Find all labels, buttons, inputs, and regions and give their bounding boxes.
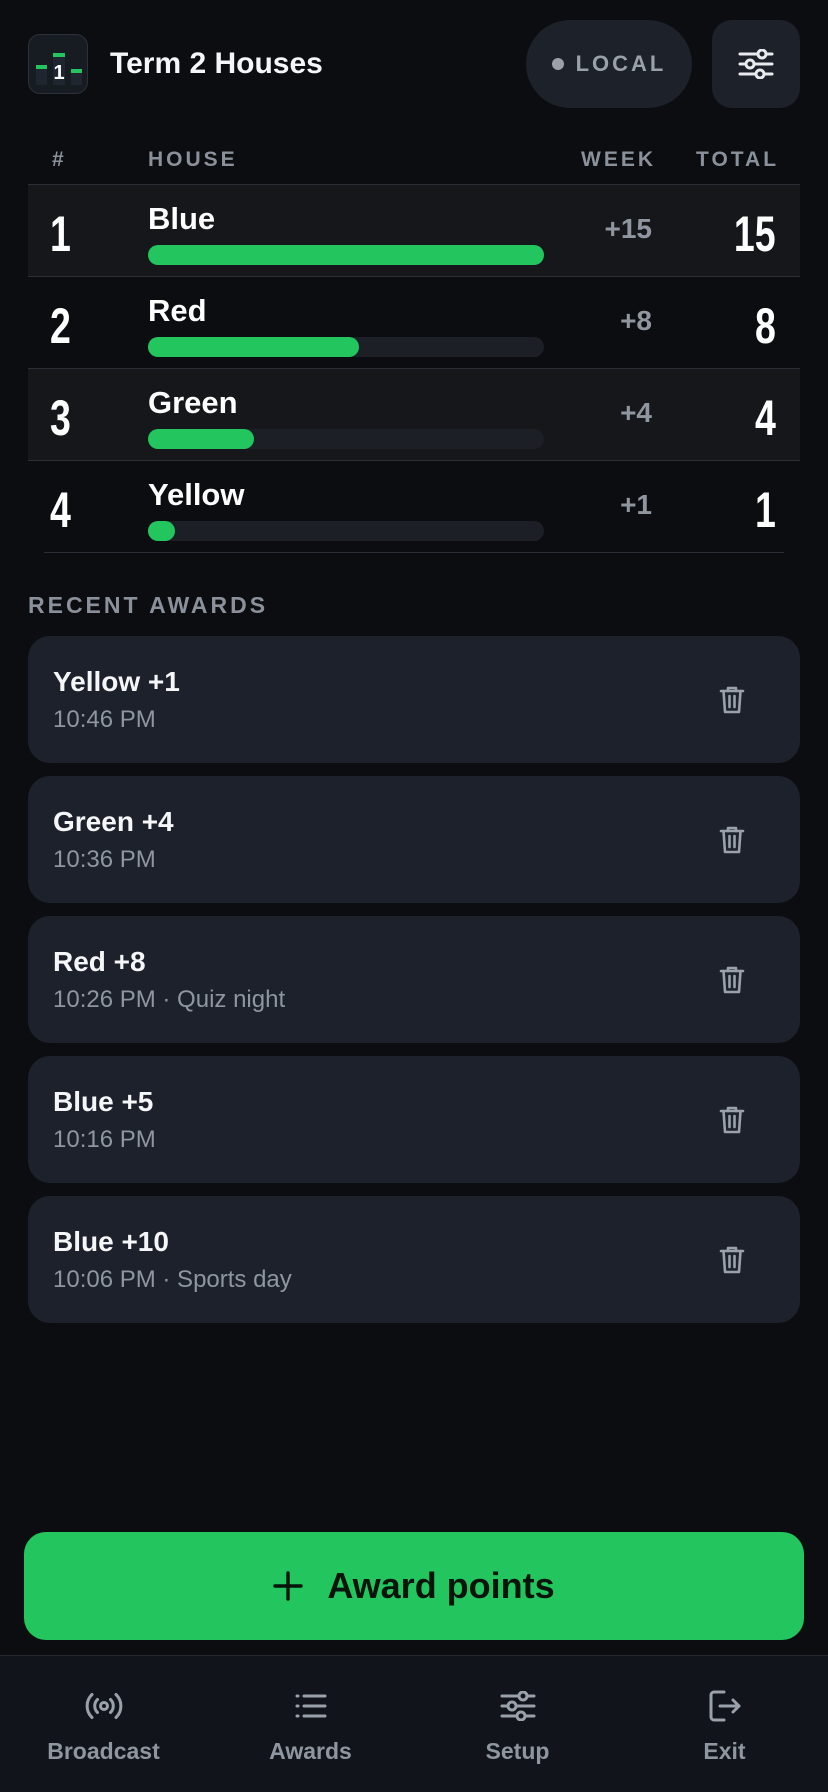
list-item: Yellow +1 10:46 PM: [28, 636, 800, 763]
recent-awards-list: Yellow +1 10:46 PM Green +4 10:36 PM Red…: [28, 636, 800, 1336]
award-meta: 10:46 PM: [53, 706, 156, 733]
list-item: Blue +10 10:06 PM · Sports day: [28, 1196, 800, 1323]
award-meta: 10:26 PM · Quiz night: [53, 986, 286, 1013]
award-meta: 10:06 PM · Sports day: [53, 1266, 292, 1293]
trash-icon: [719, 826, 745, 854]
page-title: Term 2 Houses: [110, 47, 323, 80]
award-meta: 10:16 PM: [53, 1126, 156, 1153]
delete-button[interactable]: [712, 820, 752, 860]
col-total: TOTAL: [696, 148, 780, 171]
award-points-button[interactable]: Award points: [24, 1532, 804, 1640]
nav-item-broadcast[interactable]: Broadcast: [0, 1656, 207, 1792]
standings-table: 1 Blue +15 15 2 Red +8 8 3 Green +4 4 4 …: [28, 184, 800, 552]
award-points-label: Award points: [327, 1565, 555, 1606]
delete-button[interactable]: [712, 680, 752, 720]
total-points: 8: [755, 298, 776, 354]
total-points: 4: [755, 390, 776, 446]
award-meta: 10:36 PM: [53, 846, 156, 873]
progress-bar: [148, 337, 544, 357]
trash-icon: [719, 686, 745, 714]
settings-button[interactable]: [712, 20, 800, 108]
nav-label: Awards: [269, 1738, 352, 1764]
award-title: Green +4: [53, 806, 174, 837]
award-title: Blue +10: [53, 1226, 169, 1257]
award-title: Red +8: [53, 946, 146, 977]
list-icon: [291, 1686, 331, 1726]
status-dot-icon: [551, 58, 564, 70]
rank: 2: [50, 298, 71, 354]
progress-bar: [148, 429, 544, 449]
nav-label: Setup: [485, 1738, 550, 1764]
house-name: Green: [148, 385, 238, 420]
rank: 1: [50, 206, 71, 262]
table-row[interactable]: 1 Blue +15 15: [28, 184, 800, 276]
trash-icon: [719, 1106, 745, 1134]
podium-logo-icon: 1: [28, 34, 88, 94]
nav-item-awards[interactable]: Awards: [207, 1656, 414, 1792]
rank: 3: [50, 390, 71, 446]
list-item: Green +4 10:36 PM: [28, 776, 800, 903]
exit-icon: [705, 1686, 745, 1726]
mode-badge[interactable]: LOCAL: [526, 20, 692, 108]
house-name: Yellow: [148, 477, 245, 512]
progress-fill: [148, 521, 175, 541]
list-item: Red +8 10:26 PM · Quiz night: [28, 916, 800, 1043]
mode-label: LOCAL: [575, 51, 667, 76]
delete-button[interactable]: [712, 1100, 752, 1140]
award-title: Blue +5: [53, 1086, 154, 1117]
nav-item-exit[interactable]: Exit: [621, 1656, 828, 1792]
week-points: +1: [620, 489, 652, 520]
header: 1 Term 2 Houses LOCAL: [28, 20, 800, 108]
app-screen: 1 Term 2 Houses LOCAL # HOUSE WEEK TOTAL…: [0, 0, 828, 1792]
delete-button[interactable]: [712, 1240, 752, 1280]
bottom-nav: Broadcast Awards Setup Exit: [0, 1655, 828, 1792]
section-title: RECENT AWARDS: [28, 592, 269, 618]
col-week: WEEK: [581, 148, 656, 171]
logo-digit: 1: [53, 62, 64, 84]
nav-label: Broadcast: [47, 1738, 160, 1764]
week-points: +4: [620, 397, 652, 428]
col-house: HOUSE: [148, 148, 238, 171]
trash-icon: [719, 966, 745, 994]
broadcast-icon: [84, 1686, 124, 1726]
progress-bar: [148, 521, 544, 541]
sliders-icon: [498, 1686, 538, 1726]
table-row[interactable]: 3 Green +4 4: [28, 368, 800, 460]
standings-header: # HOUSE WEEK TOTAL: [28, 144, 800, 184]
list-item: Blue +5 10:16 PM: [28, 1056, 800, 1183]
house-name: Red: [148, 293, 207, 328]
table-row[interactable]: 2 Red +8 8: [28, 276, 800, 368]
delete-button[interactable]: [712, 960, 752, 1000]
sliders-icon: [738, 49, 774, 79]
rank: 4: [50, 482, 71, 538]
total-points: 1: [755, 482, 776, 538]
divider: [44, 552, 784, 553]
progress-bar: [148, 245, 544, 265]
week-points: +15: [604, 213, 653, 244]
progress-fill: [148, 337, 360, 357]
nav-label: Exit: [703, 1738, 746, 1764]
house-name: Blue: [148, 201, 216, 236]
nav-item-setup[interactable]: Setup: [414, 1656, 621, 1792]
total-points: 15: [734, 206, 776, 262]
week-points: +8: [620, 305, 652, 336]
trash-icon: [719, 1246, 745, 1274]
col-rank: #: [52, 148, 67, 171]
progress-fill: [148, 245, 544, 265]
award-title: Yellow +1: [53, 666, 180, 697]
progress-fill: [148, 429, 254, 449]
plus-icon: [273, 1571, 304, 1601]
table-row[interactable]: 4 Yellow +1 1: [28, 460, 800, 552]
